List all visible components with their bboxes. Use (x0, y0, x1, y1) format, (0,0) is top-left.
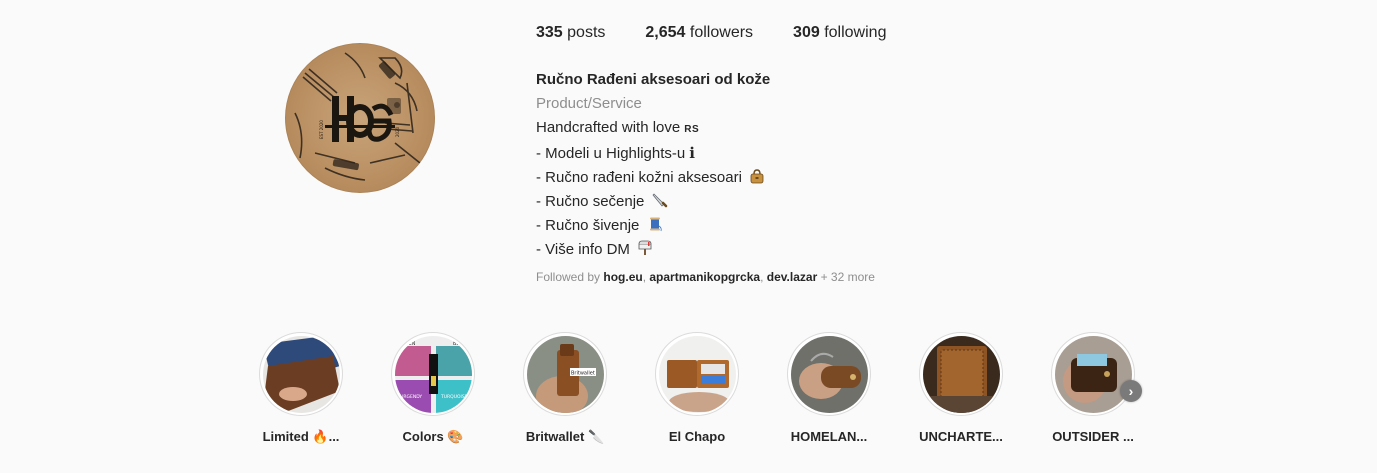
highlight-item[interactable]: Limited 🔥... (246, 332, 356, 445)
serbia-flag-icon: RS (684, 124, 700, 135)
highlight-ring (655, 332, 739, 416)
svg-text:2020: 2020 (395, 126, 400, 137)
swatch-tag-turquoise: TURQUOISE (440, 394, 468, 400)
chevron-right-icon: › (1128, 383, 1134, 399)
wallet-in-hand-icon: Britwallet (526, 335, 604, 413)
bio-text: - Modeli u Highlights-u (536, 145, 686, 162)
followed-by: Followed by hog.eu, apartmanikopgrcka, d… (536, 270, 875, 284)
profile-category: Product/Service (536, 95, 642, 112)
highlight-item[interactable]: Britwallet Britwallet 🔪 (510, 332, 620, 445)
highlight-ring (787, 332, 871, 416)
highlight-cover: GREEN BLACK BURGENDY TURQUOISE (394, 335, 472, 413)
follower-link[interactable]: apartmanikopgrcka (649, 270, 760, 284)
highlight-item[interactable]: UNCHARTE... (906, 332, 1016, 445)
open-wallet-icon (658, 335, 736, 413)
highlight-label: Limited 🔥... (262, 429, 340, 444)
posts-stat[interactable]: 335 posts (536, 24, 605, 42)
highlight-ring (919, 332, 1003, 416)
swatch-tag-green: GREEN (398, 341, 416, 347)
highlight-label: UNCHARTE... (919, 429, 1003, 444)
highlight-ring: GREEN BLACK BURGENDY TURQUOISE (391, 332, 475, 416)
highlight-label: HOMELAN... (790, 429, 868, 444)
posts-count: 335 (536, 24, 563, 41)
highlight-cover (658, 335, 736, 413)
followers-stat[interactable]: 2,654 followers (645, 24, 753, 42)
bio-line: - Više info DM (536, 238, 956, 262)
bio-text: - Ručno rađeni kožni aksesoari (536, 169, 742, 186)
leather-notebook-icon (922, 335, 1000, 413)
avatar-logo-icon: EST 2020 2020 (294, 52, 421, 181)
story-highlights: Limited 🔥... GREEN BLACK BURGENDY TURQUO… (0, 332, 1377, 473)
bio-text: - Više info DM (536, 241, 630, 258)
bio-text: - Ručno šivenje (536, 217, 640, 234)
britwallet-tag: Britwallet (571, 370, 595, 376)
color-samples-icon: GREEN BLACK BURGENDY TURQUOISE (394, 335, 472, 413)
thread-spool-icon (649, 217, 662, 232)
highlight-cover (790, 335, 868, 413)
followed-by-label: Followed by (536, 270, 601, 284)
highlight-cover (262, 335, 340, 413)
leather-swatch-icon (262, 335, 340, 413)
dark-wallet-icon (1054, 335, 1132, 413)
highlight-ring: Britwallet (523, 332, 607, 416)
bio-line: - Ručno rađeni kožni aksesoari (536, 166, 956, 190)
profile-stats: 335 posts 2,654 followers 309 following (536, 24, 926, 42)
bio-line: - Ručno sečenje (536, 190, 956, 214)
followers-label: followers (689, 24, 754, 41)
following-stat[interactable]: 309 following (793, 24, 886, 42)
highlight-cover (922, 335, 1000, 413)
bio-line: - Ručno šivenje (536, 214, 956, 238)
separator: , (760, 270, 767, 284)
following-label: following (824, 24, 887, 41)
following-count: 309 (793, 24, 820, 41)
highlight-cover: Britwallet (526, 335, 604, 413)
more-followers-link[interactable]: + 32 more (821, 270, 875, 284)
highlight-ring (259, 332, 343, 416)
bio-line: - Modeli u Highlights-u ℹ (536, 142, 956, 166)
swatch-tag-black: BLACK (453, 341, 470, 347)
highlight-label: El Chapo (668, 429, 726, 444)
profile-header: EST 2020 2020 335 posts 2,654 followers … (0, 0, 1377, 473)
bio-text: Handcrafted with love (536, 119, 681, 136)
highlight-label: Colors 🎨 (402, 429, 464, 444)
follower-link[interactable]: dev.lazar (767, 270, 817, 284)
highlight-ring (1051, 332, 1135, 416)
highlight-label: Britwallet 🔪 (525, 429, 605, 444)
highlight-item[interactable]: HOMELAN... (774, 332, 884, 445)
svg-text:EST 2020: EST 2020 (319, 120, 324, 139)
highlight-cover (1054, 335, 1132, 413)
followers-count: 2,654 (645, 24, 686, 41)
handbag-icon (750, 169, 764, 184)
bio-text: - Ručno sečenje (536, 193, 645, 210)
mailbox-icon (638, 240, 652, 255)
follower-link[interactable]: hog.eu (603, 270, 642, 284)
knife-icon (652, 193, 667, 208)
profile-avatar[interactable]: EST 2020 2020 (285, 43, 435, 193)
posts-label: posts (567, 24, 606, 41)
profile-name: Ručno Rađeni aksesoari od kože (536, 71, 771, 88)
profile-bio: Ručno Rađeni aksesoari od kože Product/S… (536, 68, 956, 262)
highlights-next-button[interactable]: › (1120, 380, 1142, 402)
info-icon: ℹ (689, 145, 695, 162)
highlight-label: OUTSIDER ... (1052, 429, 1134, 444)
swatch-tag-burgendy: BURGENDY (397, 394, 422, 400)
highlight-item[interactable]: GREEN BLACK BURGENDY TURQUOISE Colors 🎨 (378, 332, 488, 445)
key-holder-icon (790, 335, 868, 413)
highlight-item[interactable]: El Chapo (642, 332, 752, 445)
bio-line: Handcrafted with love RS (536, 116, 956, 142)
